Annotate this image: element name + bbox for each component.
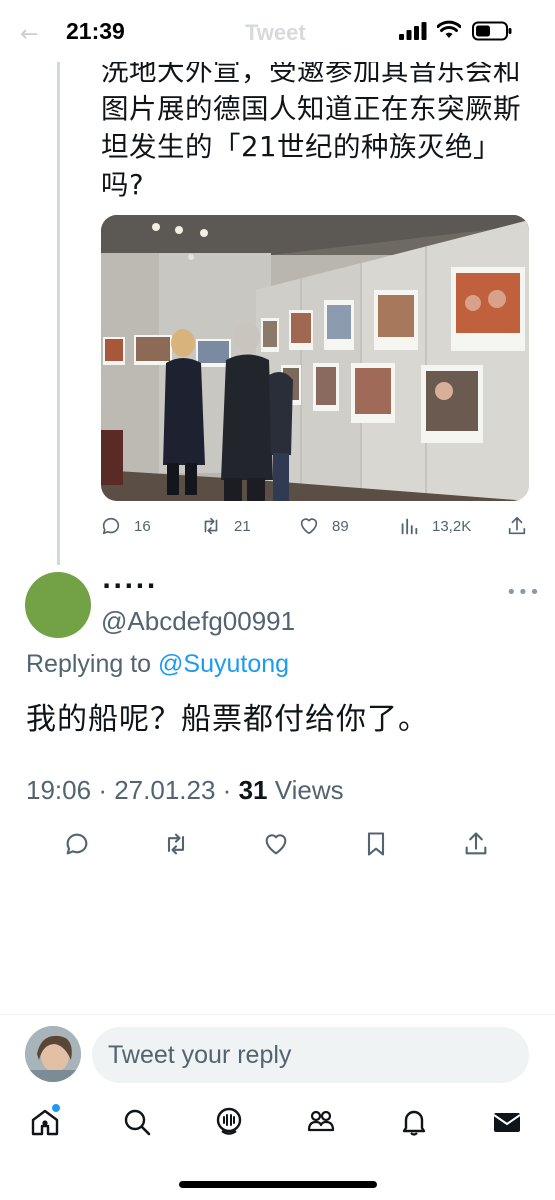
like-count: 89 <box>332 517 349 535</box>
views-label[interactable]: Views <box>275 775 344 805</box>
share-action[interactable] <box>506 515 528 537</box>
bottom-nav <box>0 1100 555 1150</box>
battery-icon <box>472 21 512 41</box>
share-icon[interactable] <box>462 830 490 858</box>
parent-tweet-text: 洗地大外宣，受邀参加其音乐会和 图片展的德国人知道正在东突厥斯 坦发生的「21世… <box>101 52 541 204</box>
header-title: Tweet <box>245 20 306 45</box>
my-avatar[interactable] <box>25 1026 81 1082</box>
tweet-photo[interactable] <box>101 215 529 501</box>
parent-tweet-line: 吗? <box>101 169 145 201</box>
tweet-time[interactable]: 19:06 <box>26 775 91 805</box>
user-handle[interactable]: @Abcdefg00991 <box>101 606 295 637</box>
avatar[interactable] <box>25 572 91 638</box>
search-icon[interactable] <box>121 1106 153 1138</box>
status-bar: ← Tweet 21:39 <box>0 0 555 62</box>
back-arrow-icon[interactable]: ← <box>20 22 38 47</box>
meta-separator: · <box>98 775 107 805</box>
heart-icon <box>300 518 318 535</box>
reply-input[interactable] <box>92 1027 529 1083</box>
share-icon <box>508 516 526 535</box>
replying-prefix: Replying to <box>26 650 152 678</box>
replying-to-line: Replying to @Suyutong <box>26 650 289 679</box>
home-indicator <box>179 1181 377 1188</box>
parent-tweet-line: 坦发生的「21世纪的种族灭绝」 <box>101 131 501 163</box>
reply-tweet-text: 我的船呢？船票都付给你了。 <box>26 702 429 737</box>
views-number[interactable]: 31 <box>239 775 268 805</box>
reply-action[interactable]: 16 <box>100 515 151 537</box>
clock: 21:39 <box>66 18 125 44</box>
new-content-dot <box>52 1104 60 1112</box>
more-options-icon[interactable]: ••• <box>506 582 541 603</box>
tweet-meta: 19:06 · 27.01.23 · 31 Views <box>26 775 344 806</box>
spaces-icon[interactable] <box>213 1106 245 1138</box>
reply-count: 16 <box>134 517 151 535</box>
parent-tweet-actions: 16 21 89 13,2K <box>100 515 530 543</box>
retweet-icon[interactable] <box>162 830 190 858</box>
communities-icon[interactable] <box>305 1106 337 1138</box>
notifications-icon[interactable] <box>398 1106 430 1138</box>
parent-tweet-line: 图片展的德国人知道正在东突厥斯 <box>101 93 521 125</box>
views-action[interactable]: 13,2K <box>398 515 471 537</box>
reply-icon <box>102 517 120 535</box>
replying-to-mention[interactable]: @Suyutong <box>158 650 289 678</box>
composer-divider <box>0 1014 555 1015</box>
bookmark-icon[interactable] <box>362 830 390 858</box>
views-chart-icon <box>401 518 418 535</box>
thread-connector-line <box>57 60 60 565</box>
tweet-actions <box>0 830 555 864</box>
like-action[interactable]: 89 <box>298 515 349 537</box>
tweet-date[interactable]: 27.01.23 <box>114 775 215 805</box>
retweet-action[interactable]: 21 <box>200 515 251 537</box>
messages-icon[interactable] <box>491 1106 523 1138</box>
views-count: 13,2K <box>432 517 472 535</box>
reply-icon[interactable] <box>63 830 91 858</box>
signal-icon <box>399 22 427 40</box>
display-name[interactable]: ····· <box>102 574 158 598</box>
retweet-icon <box>204 517 218 535</box>
meta-separator: · <box>222 775 232 805</box>
retweet-count: 21 <box>234 517 251 535</box>
wifi-icon <box>437 20 461 38</box>
heart-icon[interactable] <box>262 830 290 858</box>
